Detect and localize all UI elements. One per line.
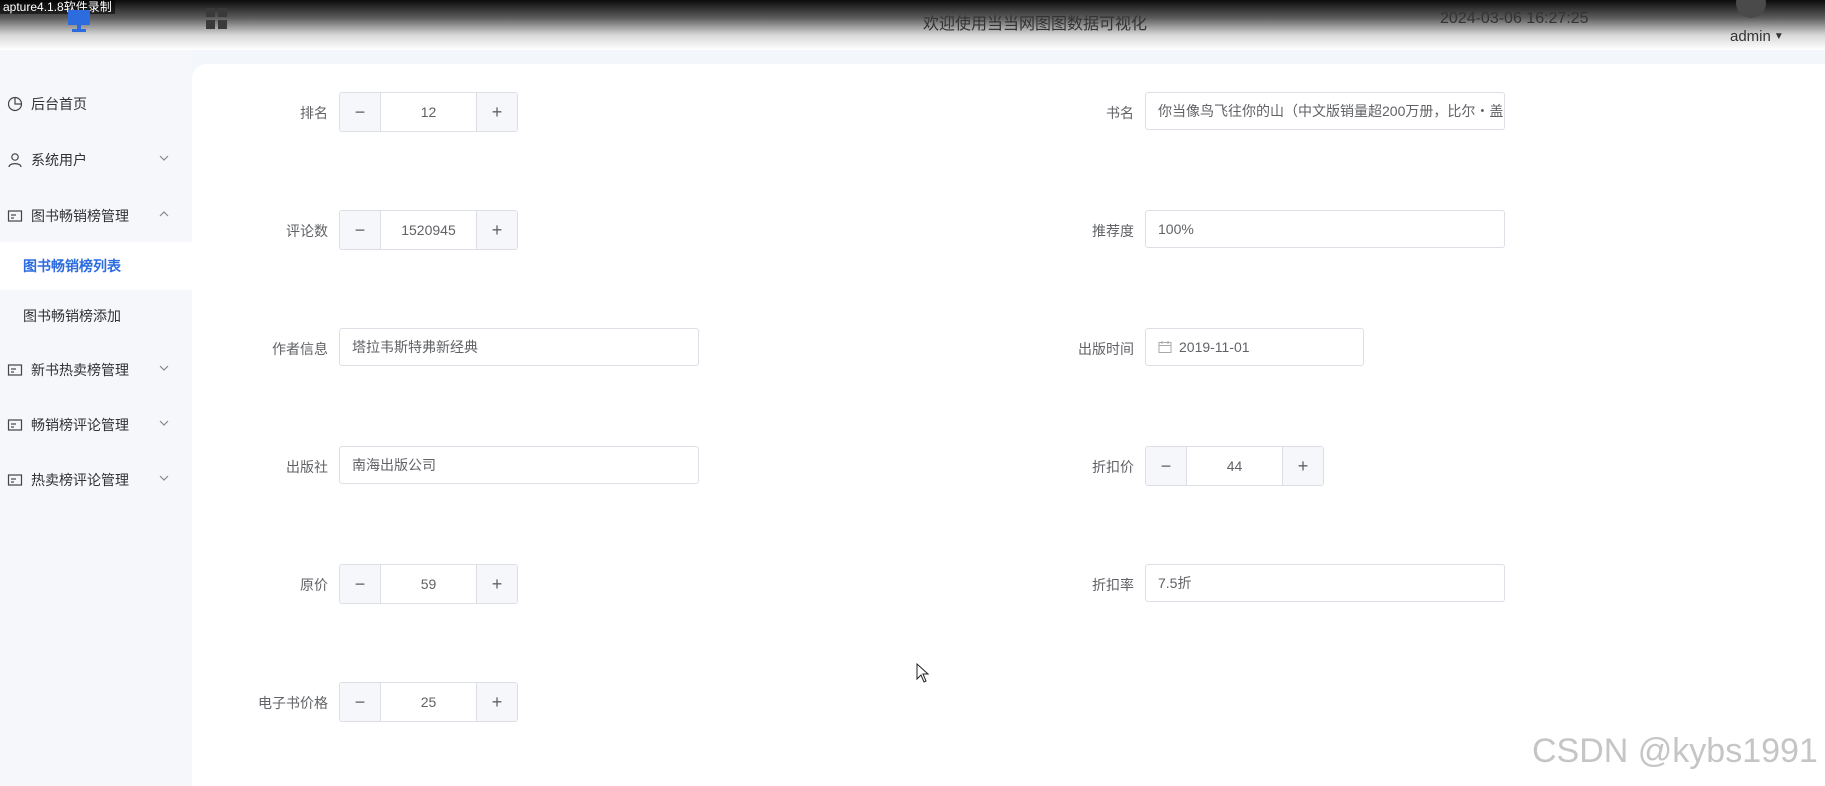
recorder-label: apture4.1.8软件录制 bbox=[0, 0, 115, 14]
sidebar-item-label: 图书畅销榜管理 bbox=[31, 208, 129, 224]
card-icon bbox=[7, 364, 23, 376]
main-panel bbox=[192, 64, 1825, 786]
pub-date-label: 出版时间 bbox=[1078, 341, 1134, 357]
chevron-up-icon bbox=[159, 211, 169, 217]
username: admin bbox=[1730, 28, 1771, 45]
sidebar-item-label: 畅销榜评论管理 bbox=[31, 417, 129, 433]
decrement-button[interactable]: − bbox=[1146, 447, 1187, 485]
sidebar-item-label: 系统用户 bbox=[31, 152, 87, 168]
ebook-price-stepper: − 25 + bbox=[339, 682, 518, 722]
decrement-button[interactable]: − bbox=[340, 683, 381, 721]
top-bar: apture4.1.8软件录制 欢迎使用当当网图图数据可视化 2024-03-0… bbox=[0, 0, 1825, 50]
author-label: 作者信息 bbox=[272, 341, 328, 357]
user-icon bbox=[8, 153, 22, 168]
sidebar-subitem-bestseller-list[interactable]: 图书畅销榜列表 bbox=[0, 242, 192, 290]
sidebar-item-bestseller-comments[interactable]: 畅销榜评论管理 bbox=[0, 405, 192, 445]
sidebar-item-system-users[interactable]: 系统用户 bbox=[0, 140, 192, 180]
author-input[interactable]: 塔拉韦斯特弗新经典 bbox=[339, 328, 699, 366]
monitor-logo-icon bbox=[68, 10, 90, 32]
original-price-stepper: − 59 + bbox=[339, 564, 518, 604]
sidebar-subitem-label: 图书畅销榜添加 bbox=[23, 308, 121, 324]
original-price-label: 原价 bbox=[300, 577, 328, 593]
discount-price-stepper: − 44 + bbox=[1145, 446, 1324, 486]
avatar[interactable] bbox=[1736, 0, 1766, 18]
mouse-pointer-icon bbox=[916, 663, 930, 683]
increment-button[interactable]: + bbox=[476, 683, 517, 721]
sidebar-item-label: 热卖榜评论管理 bbox=[31, 472, 129, 488]
chevron-down-icon bbox=[159, 155, 169, 161]
discount-price-input[interactable]: 44 bbox=[1187, 447, 1282, 485]
original-price-input[interactable]: 59 bbox=[381, 565, 476, 603]
recommend-label: 推荐度 bbox=[1092, 223, 1134, 239]
increment-button[interactable]: + bbox=[476, 565, 517, 603]
chevron-down-icon bbox=[159, 365, 169, 371]
recommend-input[interactable]: 100% bbox=[1145, 210, 1505, 248]
ebook-price-input[interactable]: 25 bbox=[381, 683, 476, 721]
chevron-down-icon bbox=[159, 475, 169, 481]
comments-input[interactable]: 1520945 bbox=[381, 211, 476, 249]
increment-button[interactable]: + bbox=[476, 211, 517, 249]
sidebar-item-home[interactable]: 后台首页 bbox=[0, 84, 192, 124]
decrement-button[interactable]: − bbox=[340, 211, 381, 249]
sidebar-subitem-label: 图书畅销榜列表 bbox=[23, 258, 121, 274]
sidebar-item-bestseller-mgmt[interactable]: 图书畅销榜管理 bbox=[0, 196, 192, 236]
pub-date-value: 2019-11-01 bbox=[1179, 339, 1250, 355]
pub-date-picker[interactable]: 2019-11-01 bbox=[1145, 328, 1364, 366]
card-icon bbox=[7, 474, 23, 486]
discount-price-label: 折扣价 bbox=[1092, 459, 1134, 475]
publisher-input[interactable]: 南海出版公司 bbox=[339, 446, 699, 484]
menu-grid-icon[interactable] bbox=[205, 7, 229, 31]
comments-label: 评论数 bbox=[286, 223, 328, 239]
decrement-button[interactable]: − bbox=[340, 93, 381, 131]
pie-chart-icon bbox=[7, 96, 23, 112]
datetime-text: 2024-03-06 16:27:25 bbox=[1440, 10, 1589, 27]
user-menu[interactable]: admin ▼ bbox=[1730, 28, 1784, 45]
rank-input[interactable]: 12 bbox=[381, 93, 476, 131]
watermark: CSDN @kybs1991 bbox=[1532, 732, 1818, 770]
rank-label: 排名 bbox=[300, 105, 328, 121]
title-input[interactable]: 你当像鸟飞往你的山（中文版销量超200万册，比尔・盖 bbox=[1145, 92, 1505, 130]
sidebar-item-label: 后台首页 bbox=[31, 96, 87, 112]
welcome-text: 欢迎使用当当网图图数据可视化 bbox=[922, 16, 1147, 33]
decrement-button[interactable]: − bbox=[340, 565, 381, 603]
comments-stepper: − 1520945 + bbox=[339, 210, 518, 250]
caret-down-icon: ▼ bbox=[1773, 31, 1784, 42]
rank-stepper: − 12 + bbox=[339, 92, 518, 132]
increment-button[interactable]: + bbox=[1282, 447, 1323, 485]
card-icon bbox=[7, 419, 23, 431]
title-label: 书名 bbox=[1106, 105, 1134, 121]
publisher-label: 出版社 bbox=[286, 459, 328, 475]
increment-button[interactable]: + bbox=[476, 93, 517, 131]
ebook-price-label: 电子书价格 bbox=[258, 695, 328, 711]
card-icon bbox=[7, 210, 23, 222]
discount-rate-input[interactable]: 7.5折 bbox=[1145, 564, 1505, 602]
chevron-down-icon bbox=[159, 420, 169, 426]
sidebar-item-hot-comments[interactable]: 热卖榜评论管理 bbox=[0, 460, 192, 500]
discount-rate-label: 折扣率 bbox=[1092, 577, 1134, 593]
sidebar-item-new-hot-mgmt[interactable]: 新书热卖榜管理 bbox=[0, 350, 192, 390]
sidebar-item-label: 新书热卖榜管理 bbox=[31, 362, 129, 378]
calendar-icon bbox=[1158, 341, 1172, 353]
sidebar-subitem-bestseller-add[interactable]: 图书畅销榜添加 bbox=[0, 292, 192, 340]
sidebar: 后台首页 系统用户 图书畅销榜管理 图书畅销榜列表 图书畅销榜添加 新书热卖榜管… bbox=[0, 50, 192, 786]
